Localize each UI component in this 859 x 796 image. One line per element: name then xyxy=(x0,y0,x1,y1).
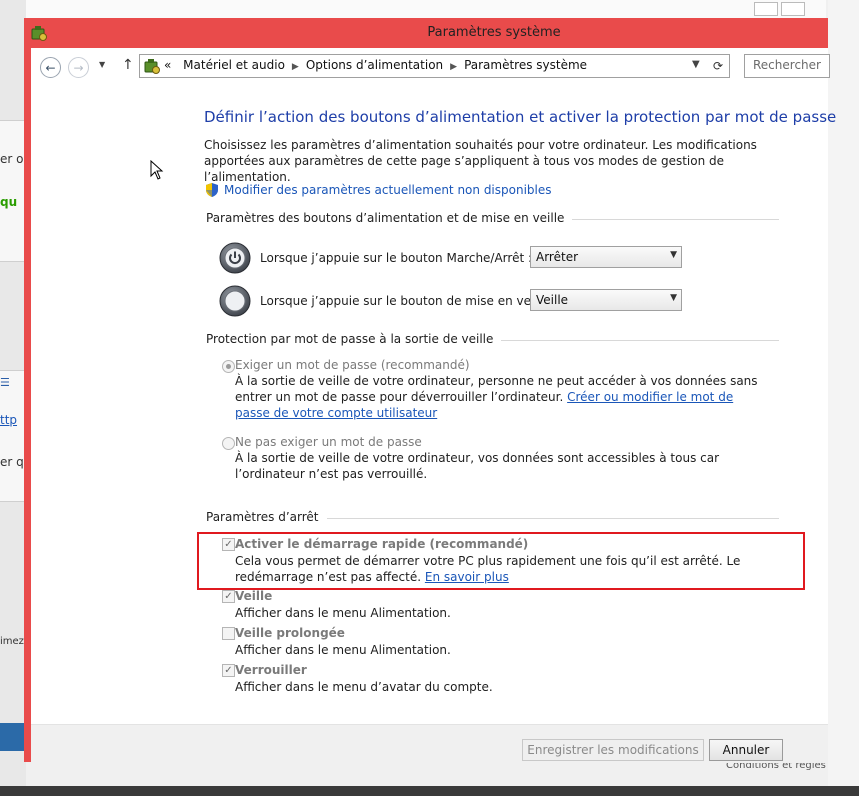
section-title: Paramètres d’arrêt xyxy=(206,510,327,524)
breadcrumb-item-system-settings[interactable]: Paramètres système xyxy=(464,58,587,72)
checkbox-description: Afficher dans le menu Alimentation. xyxy=(235,643,451,657)
arrow-left-icon: ← xyxy=(45,60,56,75)
mouse-cursor-icon xyxy=(150,160,164,180)
radio-description: À la sortie de veille de votre ordinateu… xyxy=(235,373,765,421)
background-top-bar xyxy=(26,0,826,19)
highlight-box xyxy=(197,532,805,590)
background-button xyxy=(754,2,778,16)
chevron-right-icon[interactable]: ▶ xyxy=(450,62,457,72)
taskbar xyxy=(0,786,859,796)
breadcrumb-item-hardware-audio[interactable]: Matériel et audio xyxy=(183,58,285,72)
breadcrumb: « Matériel et audio ▶ Options d’alimentati… xyxy=(164,58,587,72)
lock-checkbox[interactable]: ✓ xyxy=(222,664,235,677)
chevron-right-icon[interactable]: ▶ xyxy=(292,62,299,72)
background-text-fragment: er o xyxy=(0,152,24,166)
title-bar[interactable]: Paramètres système xyxy=(24,18,828,48)
page-description: Choisissez les paramètres d’alimentation… xyxy=(204,138,757,184)
chevron-down-icon[interactable]: ▼ xyxy=(692,59,700,70)
radio-title: Exiger un mot de passe (recommandé) xyxy=(235,358,470,372)
background-text-fragment: er q xyxy=(0,455,24,469)
sleep-button-icon xyxy=(219,285,251,317)
control-panel-icon xyxy=(144,59,160,74)
no-password-radio[interactable] xyxy=(222,437,235,450)
change-unavailable-settings[interactable]: Modifier des paramètres actuellement non… xyxy=(204,182,552,198)
section-title: Paramètres des boutons d’alimentation et… xyxy=(206,211,573,225)
refresh-button[interactable]: ⟳ xyxy=(707,54,730,78)
sleep-button-action-select[interactable]: Veille ▼ xyxy=(530,289,682,311)
power-button-action-select[interactable]: Arrêter ▼ xyxy=(530,246,682,268)
checkbox-description: Afficher dans le menu Alimentation. xyxy=(235,606,451,620)
background-blue-strip xyxy=(0,723,26,751)
chevron-down-icon: ▼ xyxy=(670,250,677,260)
checkbox-title: Veille prolongée xyxy=(235,626,345,640)
sleep-button-label: Lorsque j’appuie sur le bouton de mise e… xyxy=(260,294,557,308)
password-section: Protection par mot de passe à la sortie … xyxy=(206,332,779,348)
cancel-button[interactable]: Annuler xyxy=(709,739,783,761)
window-client-area: ← → ▼ ↑ « Matériel et audio ▶ Options d’al… xyxy=(31,48,836,763)
recent-locations-dropdown[interactable]: ▼ xyxy=(99,60,105,69)
list-icon: ☰ xyxy=(0,376,10,389)
shutdown-section: Paramètres d’arrêt xyxy=(206,510,779,526)
radio-title: Ne pas exiger un mot de passe xyxy=(235,435,422,449)
radio-description: À la sortie de veille de votre ordinateu… xyxy=(235,451,720,481)
navigation-bar: ← → ▼ ↑ « Matériel et audio ▶ Options d’al… xyxy=(31,48,833,86)
address-bar[interactable]: « Matériel et audio ▶ Options d’alimentati… xyxy=(139,54,709,78)
background-link-fragment: ttp xyxy=(0,413,18,427)
system-settings-window: Paramètres système ← → ▼ ↑ « Matériel et… xyxy=(24,18,836,763)
breadcrumb-overflow[interactable]: « xyxy=(164,58,171,72)
arrow-up-icon: ↑ xyxy=(122,57,134,73)
sleep-checkbox[interactable]: ✓ xyxy=(222,590,235,603)
select-value: Arrêter xyxy=(536,250,579,264)
uac-shield-icon xyxy=(206,183,218,197)
background-button xyxy=(781,2,805,16)
breadcrumb-item-power-options[interactable]: Options d’alimentation xyxy=(306,58,443,72)
background-text-fragment: imez xyxy=(0,636,24,647)
back-button[interactable]: ← xyxy=(40,57,61,78)
change-unavailable-settings-link[interactable]: Modifier des paramètres actuellement non… xyxy=(224,183,552,197)
checkbox-description: Afficher dans le menu d’avatar du compte… xyxy=(235,680,493,694)
arrow-right-icon: → xyxy=(73,60,84,75)
checkbox-title: Veille xyxy=(235,589,273,603)
background-panel xyxy=(0,370,26,502)
checkbox-title: Verrouiller xyxy=(235,663,307,677)
select-value: Veille xyxy=(536,293,569,307)
background-text-fragment: qu xyxy=(0,195,18,209)
search-input[interactable] xyxy=(745,55,833,75)
power-button-icon xyxy=(219,242,251,274)
window-title: Paramètres système xyxy=(427,25,561,40)
forward-button[interactable]: → xyxy=(68,57,89,78)
hibernate-checkbox[interactable] xyxy=(222,627,235,640)
search-box[interactable] xyxy=(744,54,833,78)
section-title: Protection par mot de passe à la sortie … xyxy=(206,332,502,346)
power-button-label: Lorsque j’appuie sur le bouton Marche/Ar… xyxy=(260,251,533,265)
require-password-radio[interactable] xyxy=(222,360,235,373)
save-changes-button[interactable]: Enregistrer les modifications xyxy=(522,739,704,761)
footer-bar: Enregistrer les modifications Annuler xyxy=(31,724,828,763)
power-buttons-section: Paramètres des boutons d’alimentation et… xyxy=(206,211,779,227)
background-panel xyxy=(0,120,26,262)
up-button[interactable]: ↑ xyxy=(122,57,134,73)
refresh-icon: ⟳ xyxy=(712,59,724,73)
page-title: Définir l’action des boutons d’alimentat… xyxy=(204,108,837,126)
chevron-down-icon: ▼ xyxy=(670,293,677,303)
